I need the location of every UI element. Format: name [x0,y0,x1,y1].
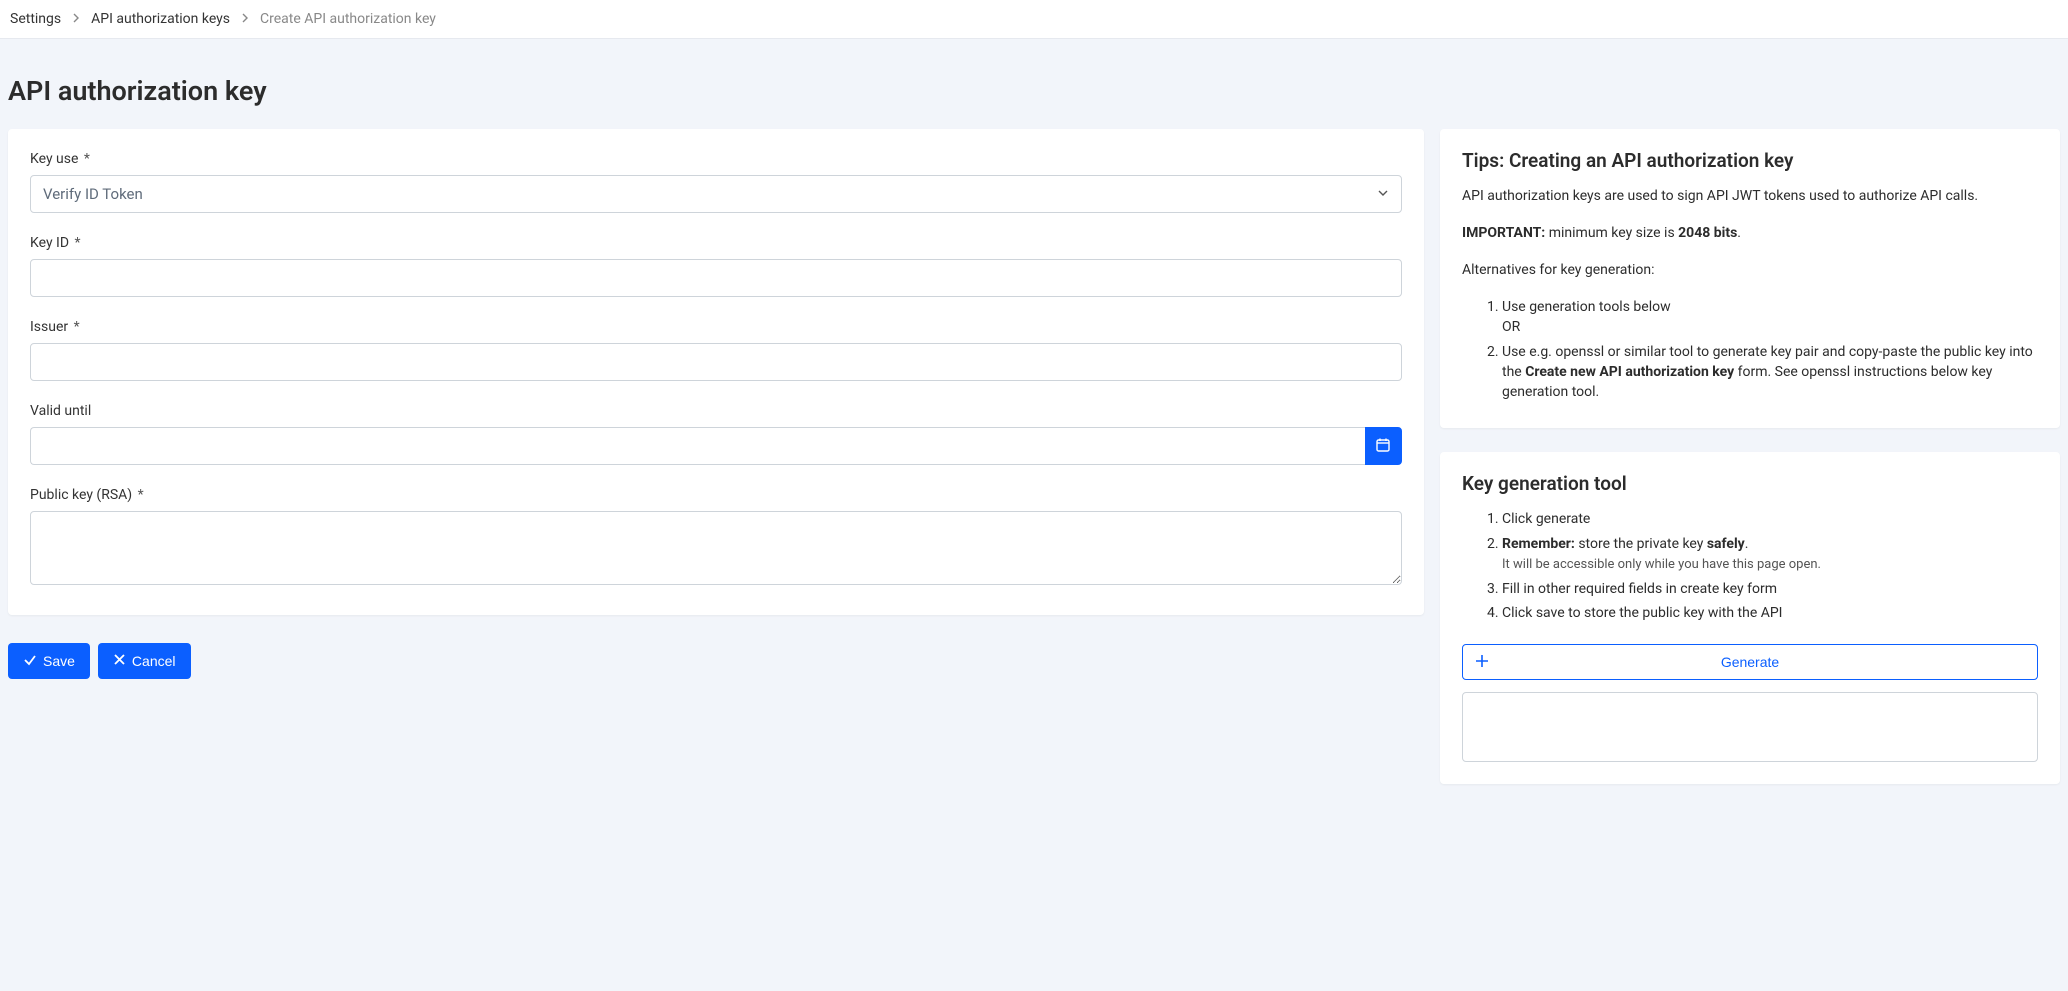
chevron-right-icon [240,11,250,27]
generate-button[interactable]: Generate [1462,644,2038,680]
list-item: Remember: store the private key safely. … [1502,534,2038,575]
save-button-label: Save [43,653,75,669]
list-item: Use e.g. openssl or similar tool to gene… [1502,342,2038,403]
valid-until-label: Valid until [30,403,1402,419]
issuer-input[interactable] [30,343,1402,381]
public-key-label: Public key (RSA) * [30,487,1402,503]
close-icon [113,653,126,669]
tips-important: IMPORTANT: minimum key size is 2048 bits… [1462,223,2038,244]
list-item: Click generate [1502,509,2038,529]
tips-intro: API authorization keys are used to sign … [1462,186,2038,207]
cancel-button-label: Cancel [132,653,176,669]
generate-button-label: Generate [1721,654,1779,670]
key-use-value: Verify ID Token [43,185,143,203]
page-title: API authorization key [8,75,2060,107]
list-item: Fill in other required fields in create … [1502,579,2038,599]
tips-alternatives-heading: Alternatives for key generation: [1462,260,2038,281]
tips-title: Tips: Creating an API authorization key [1462,149,2038,172]
tips-panel: Tips: Creating an API authorization key … [1440,129,2060,428]
key-gen-panel: Key generation tool Click generate Remem… [1440,452,2060,783]
generated-key-output [1462,692,2038,762]
chevron-right-icon [71,11,81,27]
check-icon [23,653,37,670]
list-item: Use generation tools below OR [1502,297,2038,338]
breadcrumb: Settings API authorization keys Create A… [0,0,2068,39]
key-id-label: Key ID * [30,235,1402,251]
list-item: Click save to store the public key with … [1502,603,2038,623]
key-use-select[interactable]: Verify ID Token [30,175,1402,213]
save-button[interactable]: Save [8,643,90,679]
issuer-label: Issuer * [30,319,1402,335]
breadcrumb-current: Create API authorization key [260,11,436,27]
tips-alternatives-list: Use generation tools below OR Use e.g. o… [1462,297,2038,402]
key-gen-steps: Click generate Remember: store the priva… [1462,509,2038,623]
key-id-input[interactable] [30,259,1402,297]
calendar-icon [1375,437,1391,456]
valid-until-input[interactable] [30,427,1365,465]
chevron-down-icon [1377,185,1389,203]
key-use-label: Key use * [30,151,1402,167]
plus-icon [1475,653,1489,671]
breadcrumb-link-api-auth-keys[interactable]: API authorization keys [91,11,230,27]
date-picker-button[interactable] [1365,427,1402,465]
public-key-textarea[interactable] [30,511,1402,585]
breadcrumb-link-settings[interactable]: Settings [10,11,61,27]
key-gen-title: Key generation tool [1462,472,2038,495]
cancel-button[interactable]: Cancel [98,643,191,679]
form-panel: Key use * Verify ID Token Key ID * [8,129,1424,615]
